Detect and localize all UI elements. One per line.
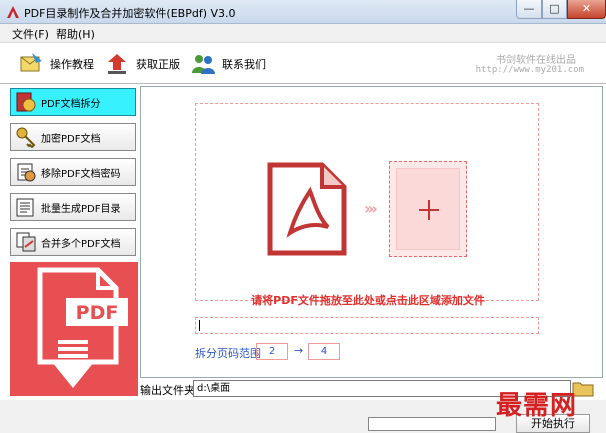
- merge-icon: [16, 232, 36, 252]
- sidebar-item-label: 加密PDF文档: [41, 133, 101, 145]
- sidebar: PDF文档拆分 加密PDF文档 移除PDF文档密码 批量生成PDF目录 合并多个…: [4, 86, 138, 398]
- menu-file[interactable]: 文件(F): [12, 26, 49, 42]
- sidebar-item-remove-password[interactable]: 移除PDF文档密码: [10, 158, 136, 186]
- drop-hint: 请将PDF文件拖放至此处或点击此区域添加文件: [251, 294, 485, 307]
- app-logo-icon: [7, 6, 19, 18]
- minimize-button[interactable]: —: [516, 0, 542, 19]
- key-icon: [16, 127, 36, 148]
- watermark-text: 最需网: [496, 391, 578, 421]
- add-file-inner: [396, 168, 460, 250]
- arrows-icon: ›››: [364, 199, 378, 218]
- title-bar: PDF目录制作及合并加密软件(EBPdf) V3.0 — □ ✕: [0, 0, 606, 24]
- close-button[interactable]: ✕: [567, 0, 606, 19]
- toolbar: 操作教程 获取正版 联系我们 书剑软件在线出品 http://www.my201…: [0, 42, 606, 84]
- tutorial-label: 操作教程: [50, 58, 94, 71]
- promo-banner: PDF: [10, 262, 138, 396]
- maximize-button[interactable]: □: [542, 0, 567, 19]
- progress-bar: [368, 417, 496, 431]
- tutorial-icon: [20, 53, 42, 72]
- menu-bar: 文件(F) 帮助(H): [0, 24, 606, 42]
- sidebar-item-label: 批量生成PDF目录: [41, 203, 121, 215]
- sidebar-item-split[interactable]: PDF文档拆分: [10, 88, 136, 116]
- contact-button[interactable]: 联系我们: [190, 49, 266, 79]
- file-drop-zone[interactable]: ››› 请将PDF文件拖放至此处或点击此区域添加文件: [195, 103, 539, 307]
- sidebar-item-label: 合并多个PDF文档: [41, 238, 121, 250]
- tutorial-button[interactable]: 操作教程: [18, 49, 94, 79]
- add-file-button[interactable]: [389, 161, 467, 257]
- brand-url[interactable]: http://www.my201.com: [476, 65, 584, 75]
- window-title: PDF目录制作及合并加密软件(EBPdf) V3.0: [24, 7, 236, 20]
- contact-icon: [192, 55, 215, 74]
- range-from-input[interactable]: 2: [256, 343, 288, 360]
- contact-label: 联系我们: [222, 58, 266, 71]
- sidebar-item-encrypt[interactable]: 加密PDF文档: [10, 123, 136, 151]
- unlock-icon: [17, 163, 36, 182]
- output-folder-label: 输出文件夹: [140, 384, 195, 397]
- range-arrow-icon: →: [294, 344, 304, 357]
- split-icon: [16, 92, 36, 112]
- main-panel: ››› 请将PDF文件拖放至此处或点击此区域添加文件 拆分页码范围 2 → 4: [140, 86, 603, 378]
- promo-pdf-text: PDF: [76, 302, 119, 324]
- pdf-download-icon: PDF: [37, 267, 128, 388]
- toc-icon: [16, 198, 34, 217]
- menu-help[interactable]: 帮助(H): [56, 26, 95, 42]
- buy-label: 获取正版: [136, 58, 180, 71]
- plus-icon: [419, 200, 439, 220]
- sidebar-item-label: 移除PDF文档密码: [41, 168, 121, 180]
- range-to-input[interactable]: 4: [308, 343, 340, 360]
- file-path-input[interactable]: [195, 317, 539, 334]
- range-label: 拆分页码范围: [195, 347, 261, 360]
- sidebar-item-merge[interactable]: 合并多个PDF文档: [10, 228, 136, 256]
- buy-icon: [108, 54, 126, 74]
- brand-name: 书剑软件在线出品: [496, 55, 576, 66]
- sidebar-item-batch-toc[interactable]: 批量生成PDF目录: [10, 193, 136, 221]
- sidebar-item-label: PDF文档拆分: [41, 98, 101, 110]
- buy-button[interactable]: 获取正版: [104, 49, 180, 79]
- pdf-file-icon: [267, 162, 347, 256]
- text-cursor: [199, 320, 200, 331]
